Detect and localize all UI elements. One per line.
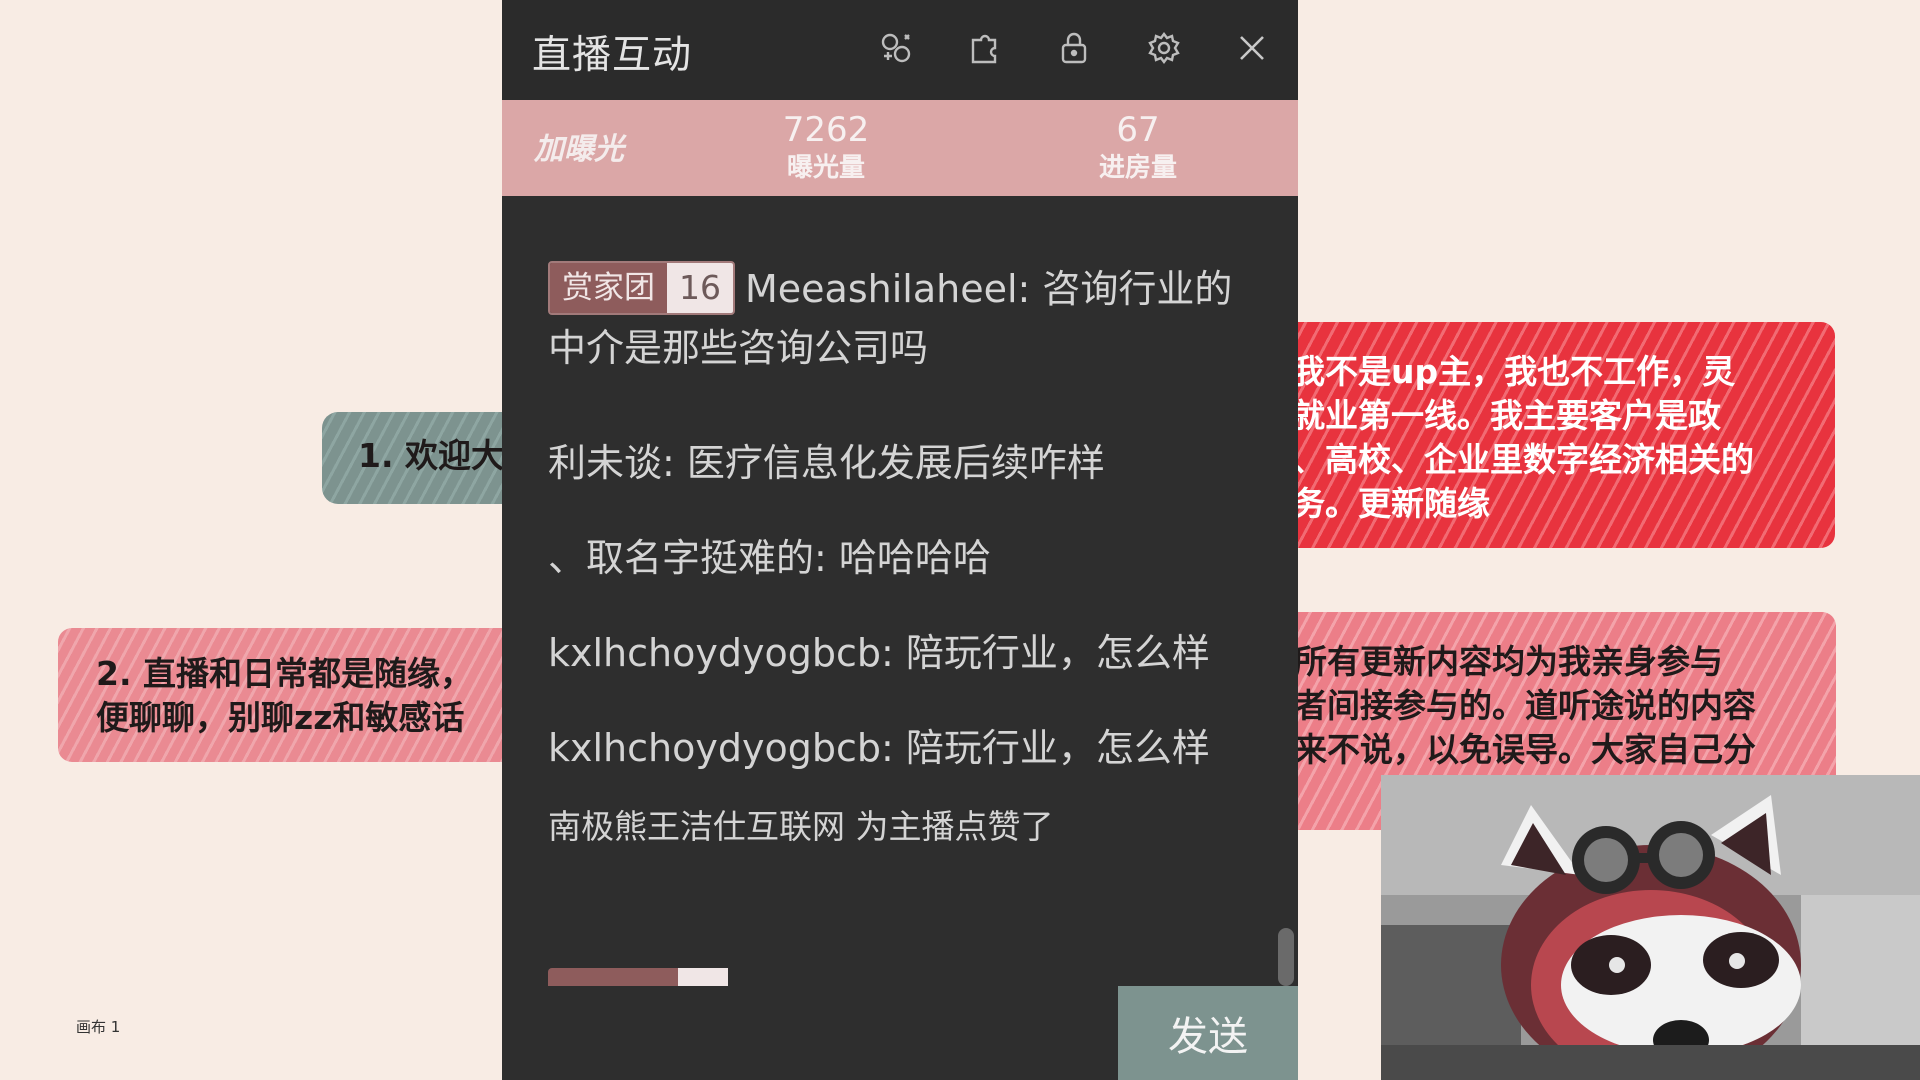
close-icon[interactable]: [1232, 28, 1272, 68]
chat-username[interactable]: kxlhchoydyogbcb: [548, 726, 881, 770]
fan-badge-level: 16: [667, 262, 733, 313]
note-about-line-3: 、高校、企业里数字经济相关的: [1292, 440, 1754, 479]
live-interaction-panel: 直播互动 加曝光 7262 曝光量 67 进房量 赏家团 16 Meeashil…: [502, 0, 1298, 1080]
like-notification: 南极熊王洁仕互联网 为主播点赞了: [548, 798, 1258, 856]
note-about-line-2: 就业第一线。我主要客户是政: [1292, 396, 1721, 435]
chat-text: 哈哈哈哈: [838, 536, 991, 580]
puzzle-icon[interactable]: [965, 28, 1005, 68]
fan-badge-name: 赏家团: [550, 262, 667, 313]
chat-message: 赏家团 16 Meeashilaheel: 咨询行业的中介是那些咨询公司吗: [548, 260, 1258, 377]
raccoon-art: [1381, 775, 1920, 1080]
chat-message: 利未谈: 医疗信息化发展后续咋样: [548, 434, 1258, 492]
exposure-label: 曝光量: [786, 153, 865, 183]
like-notification-text: 南极熊王洁仕互联网 为主播点赞了: [548, 807, 1054, 846]
games-icon[interactable]: [876, 28, 916, 68]
note-rules-line-1: 2. 直播和日常都是随缘，: [96, 654, 473, 693]
chat-username[interactable]: 、取名字挺难的: [548, 536, 814, 580]
note-about-me: 我不是up主，我也不工作，灵 就业第一线。我主要客户是政 、高校、企业里数字经济…: [1260, 322, 1835, 548]
lock-icon[interactable]: [1054, 28, 1094, 68]
entries-label: 进房量: [1098, 153, 1177, 183]
fan-badge[interactable]: 赏家团 16: [548, 260, 735, 315]
exposure-stat: 7262 曝光量: [746, 110, 906, 186]
chat-scrollbar[interactable]: [1278, 928, 1294, 986]
note-rules: 2. 直播和日常都是随缘， 便聊聊，别聊zz和敏感话: [58, 628, 528, 762]
chat-message: kxlhchoydyogbcb: 陪玩行业，怎么样: [548, 719, 1258, 777]
note-disclaimer-line-3: 来不说，以免误导。大家自己分: [1294, 730, 1756, 769]
stats-bar: 加曝光 7262 曝光量 67 进房量: [502, 100, 1298, 196]
chat-separator: :: [880, 631, 906, 675]
entries-stat: 67 进房量: [1058, 110, 1218, 186]
entries-value: 67: [1116, 110, 1160, 150]
chat-text: 陪玩行业，怎么样: [905, 631, 1210, 675]
note-disclaimer-line-2: 者间接参与的。道听途说的内容: [1294, 686, 1756, 725]
panel-title: 直播互动: [532, 33, 693, 78]
fan-badge-level-partial: [678, 968, 728, 986]
chat-separator: :: [880, 726, 906, 770]
chat-username[interactable]: 利未谈: [548, 441, 662, 485]
chat-message: 、取名字挺难的: 哈哈哈哈: [548, 529, 1258, 587]
chat-separator: :: [814, 536, 839, 580]
panel-header: 直播互动: [502, 0, 1298, 100]
note-about-line-4: 务。更新随缘: [1292, 484, 1490, 523]
boost-exposure-button[interactable]: 加曝光: [534, 124, 624, 168]
chat-text: 陪玩行业，怎么样: [905, 726, 1210, 770]
raccoon-illustration: [1381, 775, 1920, 1080]
chat-message-list[interactable]: 赏家团 16 Meeashilaheel: 咨询行业的中介是那些咨询公司吗 利未…: [548, 196, 1268, 986]
chat-username[interactable]: Meeashilaheel: [745, 267, 1018, 311]
exposure-value: 7262: [782, 110, 870, 150]
chat-separator: :: [1017, 267, 1043, 311]
send-button[interactable]: 发送: [1118, 986, 1298, 1080]
note-about-line-1: 我不是up主，我也不工作，灵: [1292, 352, 1736, 391]
note-welcome-text: 1. 欢迎大: [358, 436, 504, 475]
note-disclaimer-line-1: 所有更新内容均为我亲身参与: [1294, 642, 1723, 681]
chat-message: kxlhchoydyogbcb: 陪玩行业，怎么样: [548, 624, 1258, 682]
chat-text: 医疗信息化发展后续咋样: [686, 441, 1105, 485]
note-rules-line-2: 便聊聊，别聊zz和敏感话: [96, 698, 465, 737]
chat-separator: :: [662, 441, 687, 485]
canvas-name-label: 画布 1: [76, 1018, 121, 1036]
chat-username[interactable]: kxlhchoydyogbcb: [548, 631, 881, 675]
chat-message-partial: [548, 968, 1268, 986]
gear-icon[interactable]: [1144, 28, 1184, 68]
